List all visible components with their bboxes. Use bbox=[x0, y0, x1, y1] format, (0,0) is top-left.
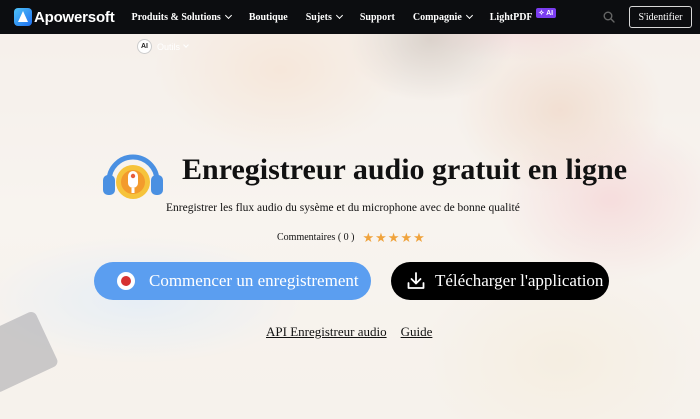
page-subtitle: Enregistrer les flux audio du sysème et … bbox=[166, 202, 520, 214]
comments-count[interactable]: Commentaires ( 0 ) bbox=[277, 232, 354, 243]
chevron-down-icon bbox=[183, 42, 189, 48]
ai-badge: ✧ AI bbox=[535, 7, 557, 18]
nav-item-support[interactable]: Support bbox=[360, 12, 395, 23]
chevron-down-icon bbox=[335, 11, 343, 20]
nav-item-label: LightPDF bbox=[489, 11, 533, 23]
nav-item-produits[interactable]: Produits & Solutions bbox=[131, 11, 232, 23]
start-recording-button[interactable]: Commencer un enregistrement bbox=[94, 262, 371, 300]
nav-item-lightpdf[interactable]: LightPDF ✧ AI bbox=[489, 7, 557, 23]
brand-name: Apowersoft bbox=[34, 8, 115, 26]
rating-stars[interactable]: ★ ★ ★ ★ ★ bbox=[362, 231, 425, 244]
tools-subnav[interactable]: AI Outils bbox=[137, 39, 189, 54]
star-icon[interactable]: ★ bbox=[388, 231, 400, 244]
download-icon bbox=[407, 272, 425, 289]
start-recording-label: Commencer un enregistrement bbox=[149, 271, 359, 290]
audio-recorder-app-icon bbox=[103, 154, 163, 199]
brand-logo[interactable]: Apowersoft bbox=[14, 8, 115, 26]
apowersoft-logo-icon bbox=[14, 8, 32, 26]
hero-links: API Enregistreur audio Guide bbox=[266, 324, 446, 340]
search-icon[interactable] bbox=[603, 11, 615, 23]
star-icon[interactable]: ★ bbox=[400, 231, 412, 244]
nav-item-label: Sujets bbox=[305, 11, 332, 23]
nav-item-label: Produits & Solutions bbox=[131, 11, 221, 23]
guide-link[interactable]: Guide bbox=[401, 324, 433, 340]
nav-item-label: Boutique bbox=[248, 11, 288, 23]
outils-label: Outils bbox=[157, 41, 181, 52]
nav-item-sujets[interactable]: Sujets bbox=[305, 11, 343, 23]
nav-item-compagnie[interactable]: Compagnie bbox=[412, 11, 473, 23]
api-link[interactable]: API Enregistreur audio bbox=[266, 324, 387, 340]
signin-button[interactable]: S'identifier bbox=[629, 6, 692, 28]
record-icon bbox=[117, 272, 135, 290]
chevron-down-icon bbox=[224, 11, 232, 20]
nav-item-boutique[interactable]: Boutique bbox=[249, 12, 288, 23]
download-app-button[interactable]: Télécharger l'application bbox=[391, 262, 609, 300]
star-icon[interactable]: ★ bbox=[413, 231, 425, 244]
nav-item-label: Compagnie bbox=[412, 11, 462, 23]
page-title: Enregistreur audio gratuit en ligne bbox=[182, 153, 628, 186]
top-navigation: Apowersoft Produits & Solutions Boutique… bbox=[0, 0, 700, 34]
ai-badge-label: AI bbox=[546, 9, 554, 17]
chevron-down-icon bbox=[465, 11, 473, 20]
nav-item-label: Support bbox=[359, 11, 395, 23]
ai-icon: AI bbox=[137, 39, 152, 54]
star-icon[interactable]: ★ bbox=[375, 231, 387, 244]
rating-row: Commentaires ( 0 ) ★ ★ ★ ★ ★ bbox=[277, 231, 426, 244]
main-menu: Produits & Solutions Boutique Sujets Sup… bbox=[131, 7, 575, 23]
download-app-label: Télécharger l'application bbox=[435, 271, 604, 290]
star-icon[interactable]: ★ bbox=[362, 231, 374, 244]
